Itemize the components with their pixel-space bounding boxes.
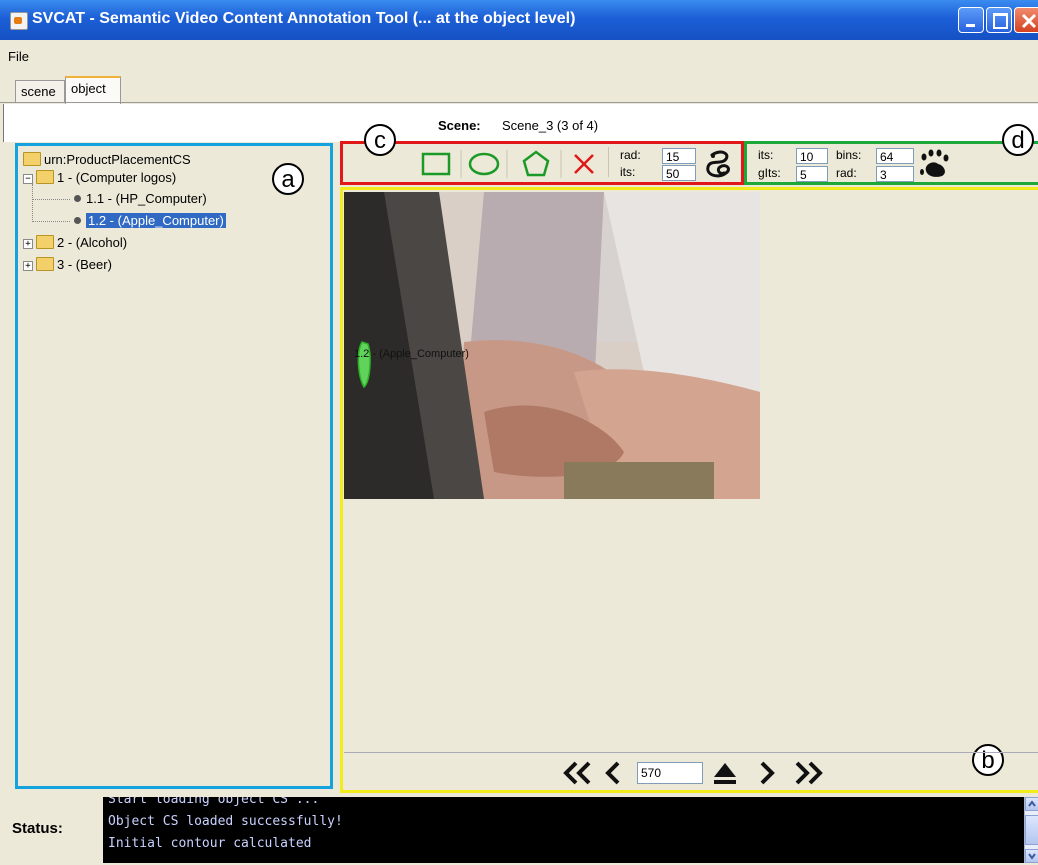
status-line: Start loading object CS ... <box>108 797 320 807</box>
maximize-button[interactable] <box>986 7 1012 33</box>
polygon-icon[interactable] <box>522 150 550 177</box>
bins-input[interactable]: 64 <box>876 148 914 164</box>
video-frame[interactable]: 1.2 - (Apple_Computer) <box>344 192 760 499</box>
menu-bar <box>0 44 1038 72</box>
grab-rad-input[interactable]: 3 <box>876 166 914 182</box>
tree-node-label: 2 - (Alcohol) <box>57 235 128 250</box>
close-icon <box>1021 13 1037 29</box>
glts-input[interactable]: 5 <box>796 166 828 182</box>
its-label: its: <box>620 165 636 179</box>
status-line: Object CS loaded successfully! <box>108 814 343 829</box>
tree-node-hp-computer[interactable]: 1.1 - (HP_Computer) <box>74 190 207 208</box>
java-app-icon <box>10 12 28 30</box>
status-label: Status: <box>12 820 63 837</box>
tree-root[interactable]: urn:ProductPlacementCS <box>23 151 191 169</box>
menu-file[interactable]: File <box>8 49 29 64</box>
tree-node-label: 3 - (Beer) <box>57 257 112 272</box>
annotation-c: c <box>364 124 396 156</box>
status-log[interactable]: Start loading object CS ... Object CS lo… <box>103 797 1024 863</box>
expand-icon[interactable]: + <box>23 239 33 249</box>
tab-scene[interactable]: scene <box>15 80 65 102</box>
object-label: 1.2 - (Apple_Computer) <box>354 348 469 360</box>
folder-icon <box>23 152 41 166</box>
tree-root-label: urn:ProductPlacementCS <box>44 152 191 167</box>
delete-icon[interactable] <box>574 154 594 174</box>
leaf-icon <box>74 217 81 224</box>
shape-toolbar <box>421 150 594 178</box>
frame-number-input[interactable]: 570 <box>637 762 703 784</box>
grab-its-label: its: <box>758 148 774 162</box>
player-separator <box>344 752 1038 753</box>
scene-value: Scene_3 (3 of 4) <box>502 118 599 133</box>
paw-icon[interactable] <box>918 147 952 181</box>
annotation-a: a <box>272 163 304 195</box>
status-scrollbar[interactable] <box>1024 797 1038 863</box>
scroll-thumb[interactable] <box>1025 815 1038 845</box>
snake-icon[interactable] <box>702 149 736 181</box>
rad-label: rad: <box>620 148 641 162</box>
close-button[interactable] <box>1014 7 1038 33</box>
collapse-icon[interactable]: − <box>23 174 33 184</box>
tree-connector <box>32 184 33 222</box>
scroll-down-button[interactable] <box>1025 849 1038 863</box>
chevron-up-icon <box>1028 800 1036 807</box>
rectangle-icon[interactable] <box>421 152 451 176</box>
content-border <box>0 102 1038 103</box>
bins-label: bins: <box>836 148 862 162</box>
title-bar[interactable]: SVCAT - Semantic Video Content Annotatio… <box>0 0 1038 40</box>
last-icon[interactable] <box>792 760 826 786</box>
folder-icon <box>36 257 54 271</box>
ellipse-icon[interactable] <box>468 152 500 176</box>
tree-connector <box>32 199 70 200</box>
folder-icon <box>36 235 54 249</box>
tree-node-beer[interactable]: +3 - (Beer) <box>23 256 112 274</box>
its-input[interactable]: 50 <box>662 165 696 181</box>
scroll-up-button[interactable] <box>1025 797 1038 811</box>
grab-its-input[interactable]: 10 <box>796 148 828 164</box>
minimize-button[interactable] <box>958 7 984 33</box>
folder-icon <box>36 170 54 184</box>
scene-label: Scene: <box>438 118 481 133</box>
tree-node-alcohol[interactable]: +2 - (Alcohol) <box>23 234 127 252</box>
first-icon[interactable] <box>562 760 594 786</box>
prev-icon[interactable] <box>600 760 626 786</box>
next-icon[interactable] <box>754 760 780 786</box>
concept-tree-panel[interactable]: urn:ProductPlacementCS − 1 - (Computer lo… <box>15 143 333 789</box>
annotation-b: b <box>972 744 1004 776</box>
eject-icon[interactable] <box>711 760 739 786</box>
tree-node-label: 1.1 - (HP_Computer) <box>86 191 207 206</box>
grab-rad-label: rad: <box>836 166 857 180</box>
tab-strip <box>15 76 1038 104</box>
status-line: Initial contour calculated <box>108 836 312 851</box>
annotation-d: d <box>1002 124 1034 156</box>
expand-icon[interactable]: + <box>23 261 33 271</box>
tree-node-apple-computer[interactable]: 1.2 - (Apple_Computer) <box>74 212 226 230</box>
glts-label: gIts: <box>758 166 781 180</box>
toolbar-separator <box>608 147 609 177</box>
tab-object[interactable]: object <box>65 76 121 104</box>
tree-node-label: 1 - (Computer logos) <box>57 170 177 185</box>
leaf-icon <box>74 195 81 202</box>
tree-node-label-selected: 1.2 - (Apple_Computer) <box>86 213 226 228</box>
chevron-down-icon <box>1028 853 1036 860</box>
window-title: SVCAT - Semantic Video Content Annotatio… <box>32 10 576 27</box>
tree-node-computer-logos[interactable]: − 1 - (Computer logos) <box>23 169 176 187</box>
video-frame-image <box>344 192 760 499</box>
rad-input[interactable]: 15 <box>662 148 696 164</box>
tree-connector <box>32 221 70 222</box>
